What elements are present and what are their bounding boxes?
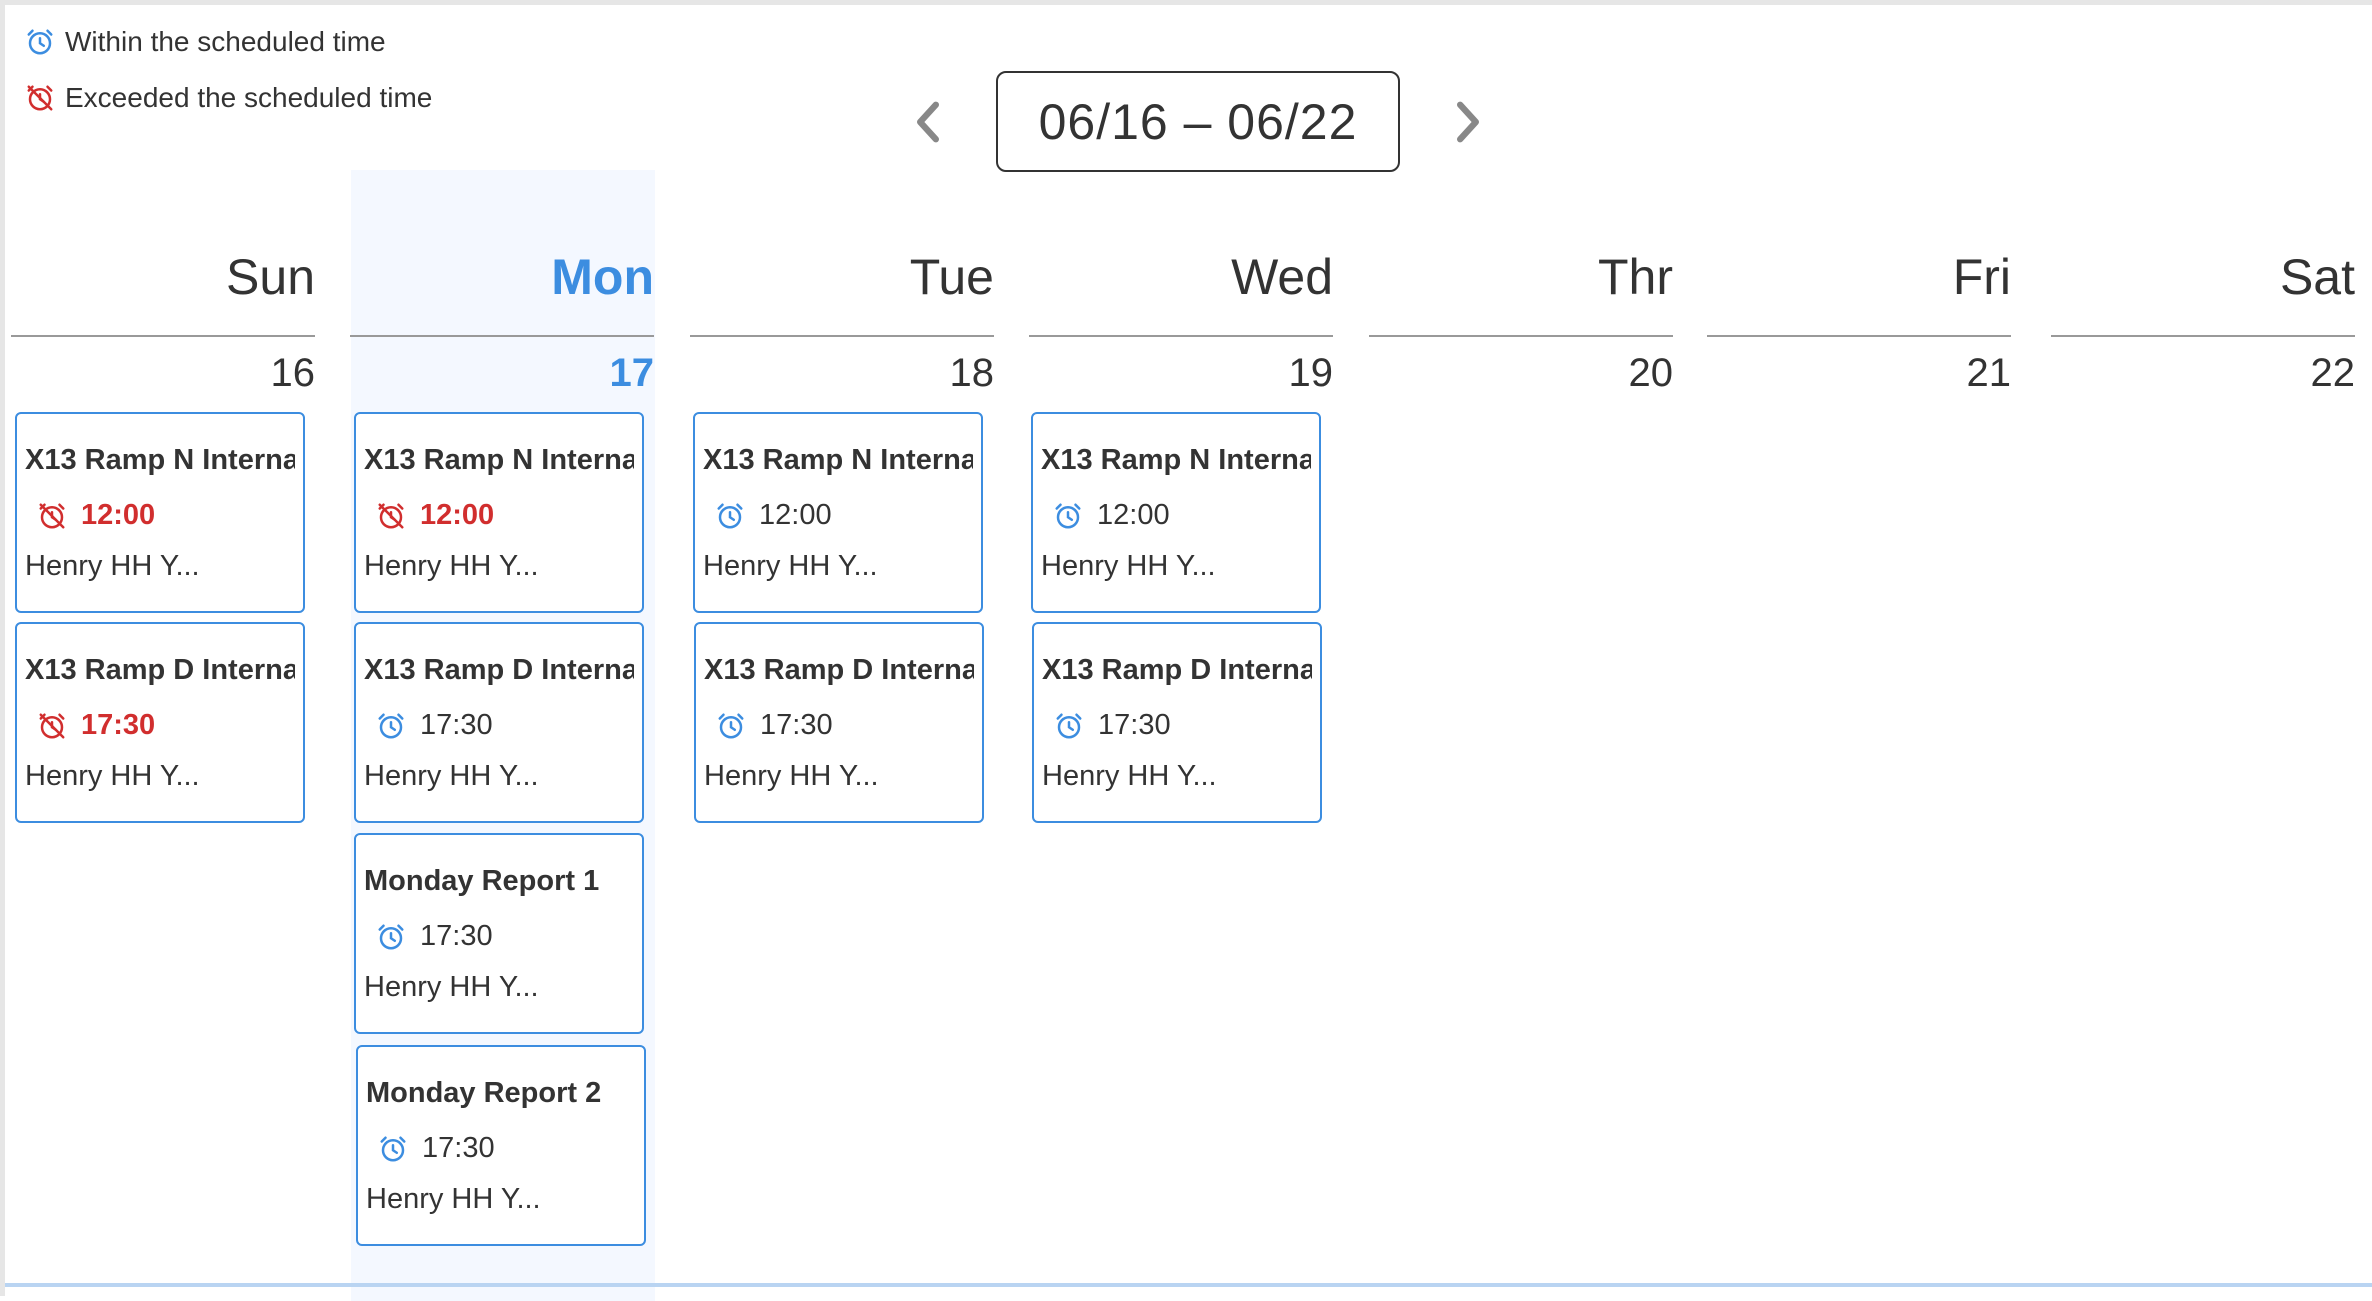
- chevron-right-icon: [1457, 101, 1479, 142]
- task-title: X13 Ramp D Internal: [1042, 654, 1312, 686]
- task-time: 17:30: [1042, 709, 1312, 742]
- alarm-clock-icon: [717, 503, 743, 528]
- task-time: 17:30: [364, 709, 634, 742]
- task-time: 17:30: [25, 709, 295, 742]
- task-card[interactable]: X13 Ramp N Internal 12:00 Henry HH Y...: [693, 412, 983, 613]
- day-name: Wed: [1029, 237, 1333, 337]
- day-column-thr: Thr 20: [1369, 237, 1673, 407]
- task-owner: Henry HH Y...: [364, 550, 539, 582]
- day-date[interactable]: 16: [11, 337, 316, 407]
- task-title: Monday Report 1: [364, 865, 600, 897]
- bottom-divider: [5, 1283, 2372, 1287]
- next-week-button[interactable]: [1438, 92, 1498, 152]
- task-time-value: 17:30: [422, 1132, 495, 1164]
- prev-week-button[interactable]: [898, 92, 958, 152]
- task-time-value: 12:00: [81, 499, 156, 531]
- task-card[interactable]: X13 Ramp N Internal 12:00 Henry HH Y...: [354, 412, 644, 613]
- task-time-value: 17:30: [760, 709, 833, 741]
- task-owner: Henry HH Y...: [1042, 760, 1217, 792]
- task-owner: Henry HH Y...: [364, 760, 539, 792]
- legend-within: Within the scheduled time: [25, 23, 432, 61]
- task-title: Monday Report 2: [366, 1077, 602, 1109]
- task-owner: Henry HH Y...: [364, 971, 539, 1003]
- alarm-clock-icon: [1056, 713, 1082, 738]
- chevron-left-icon: [917, 101, 939, 142]
- task-owner: Henry HH Y...: [703, 550, 878, 582]
- task-card[interactable]: Monday Report 2 17:30 Henry HH Y...: [356, 1045, 646, 1246]
- task-time: 12:00: [703, 499, 973, 532]
- task-time-value: 17:30: [420, 920, 493, 952]
- task-owner: Henry HH Y...: [25, 760, 200, 792]
- day-date[interactable]: 18: [690, 337, 995, 407]
- day-name: Tue: [690, 237, 994, 337]
- alarm-clock-off-icon: [27, 85, 53, 111]
- task-time-value: 17:30: [1098, 709, 1171, 741]
- task-time-value: 17:30: [81, 709, 156, 741]
- day-column-fri: Fri 21: [1707, 237, 2011, 407]
- task-owner: Henry HH Y...: [25, 550, 200, 582]
- task-time-value: 17:30: [420, 709, 493, 741]
- day-name: Thr: [1369, 237, 1673, 337]
- task-title: X13 Ramp D Internal: [704, 654, 974, 686]
- alarm-clock-icon: [380, 1136, 406, 1161]
- task-owner: Henry HH Y...: [366, 1183, 541, 1215]
- task-owner: Henry HH Y...: [704, 760, 879, 792]
- legend-exceeded: Exceeded the scheduled time: [25, 79, 432, 117]
- week-range-display[interactable]: 06/16 – 06/22: [996, 71, 1400, 172]
- day-name: Sun: [11, 237, 315, 337]
- day-column-mon: Mon 17: [350, 237, 654, 407]
- week-navigator: 06/16 – 06/22: [898, 71, 1498, 172]
- task-card[interactable]: X13 Ramp D Internal 17:30 Henry HH Y...: [694, 622, 984, 823]
- task-title: X13 Ramp D Internal: [364, 654, 634, 686]
- task-time-value: 12:00: [759, 499, 832, 531]
- legend-exceeded-label: Exceeded the scheduled time: [65, 82, 433, 113]
- day-date[interactable]: 21: [1707, 337, 2012, 407]
- alarm-clock-icon: [718, 713, 744, 738]
- task-title: X13 Ramp N Internal: [1041, 444, 1311, 476]
- task-time: 12:00: [364, 499, 634, 532]
- task-time: 17:30: [366, 1132, 636, 1165]
- task-card[interactable]: X13 Ramp D Internal 17:30 Henry HH Y...: [15, 622, 305, 823]
- task-card[interactable]: X13 Ramp N Internal 12:00 Henry HH Y...: [15, 412, 305, 613]
- alarm-clock-icon: [378, 713, 404, 738]
- weekly-calendar: Within the scheduled time Exceeded the s…: [0, 0, 2372, 1301]
- legend-within-label: Within the scheduled time: [65, 26, 386, 57]
- task-title: X13 Ramp N Internal: [25, 444, 295, 476]
- day-date[interactable]: 19: [1029, 337, 1334, 407]
- day-column-sat: Sat 22: [2051, 237, 2355, 407]
- task-card[interactable]: X13 Ramp D Internal 17:30 Henry HH Y...: [1032, 622, 1322, 823]
- day-name: Sat: [2051, 237, 2355, 337]
- task-title: X13 Ramp D Internal: [25, 654, 295, 686]
- alarm-clock-icon: [378, 924, 404, 949]
- task-title: X13 Ramp N Internal: [364, 444, 634, 476]
- task-owner: Henry HH Y...: [1041, 550, 1216, 582]
- task-card[interactable]: X13 Ramp N Internal 12:00 Henry HH Y...: [1031, 412, 1321, 613]
- day-column-tue: Tue 18: [690, 237, 994, 407]
- task-time: 12:00: [25, 499, 295, 532]
- alarm-clock-icon: [1055, 503, 1081, 528]
- task-time-value: 12:00: [1097, 499, 1170, 531]
- alarm-clock-icon: [27, 29, 53, 55]
- day-date[interactable]: 22: [2051, 337, 2356, 407]
- day-column-sun: Sun 16: [11, 237, 315, 407]
- task-card[interactable]: X13 Ramp D Internal 17:30 Henry HH Y...: [354, 622, 644, 823]
- task-time: 17:30: [704, 709, 974, 742]
- task-card[interactable]: Monday Report 1 17:30 Henry HH Y...: [354, 833, 644, 1034]
- day-name: Fri: [1707, 237, 2011, 337]
- task-time: 17:30: [364, 920, 634, 953]
- day-column-wed: Wed 19: [1029, 237, 1333, 407]
- legend: Within the scheduled time Exceeded the s…: [25, 23, 432, 135]
- day-name: Mon: [350, 237, 654, 337]
- task-title: X13 Ramp N Internal: [703, 444, 973, 476]
- alarm-clock-off-icon: [39, 713, 65, 738]
- task-time-value: 12:00: [420, 499, 495, 531]
- alarm-clock-off-icon: [378, 503, 404, 528]
- day-date[interactable]: 17: [350, 337, 655, 407]
- alarm-clock-off-icon: [39, 503, 65, 528]
- day-date[interactable]: 20: [1369, 337, 1674, 407]
- task-time: 12:00: [1041, 499, 1311, 532]
